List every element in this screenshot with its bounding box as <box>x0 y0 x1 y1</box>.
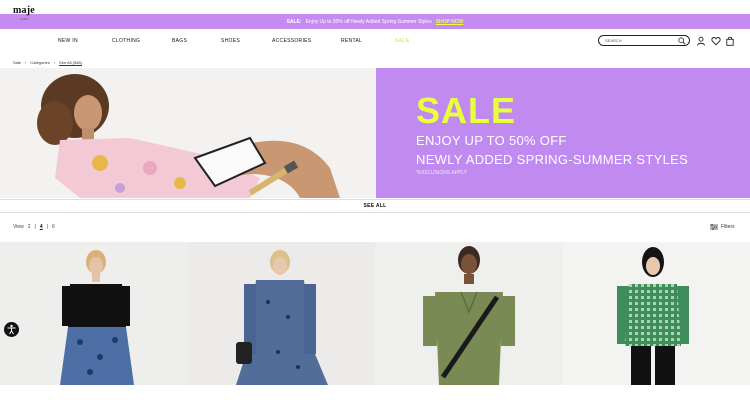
filters-label: Filters <box>721 224 735 230</box>
promo-sale-label: SALE: <box>286 18 302 25</box>
see-all-label: SEE ALL <box>363 203 387 209</box>
promo-bar: SALE: Enjoy Up to 50% off Newly Added Sp… <box>0 14 750 29</box>
brand-logo[interactable]: maje <box>13 5 35 16</box>
hero-model-image <box>0 68 376 198</box>
view-switcher: View 2 | 4 | 6 <box>13 224 55 230</box>
nav-sale[interactable]: SALE <box>395 38 410 44</box>
shop-now-link[interactable]: SHOP NOW <box>436 19 464 25</box>
product-grid <box>0 242 750 385</box>
view-option-6[interactable]: 6 <box>52 224 55 230</box>
nav-new-in[interactable]: NEW IN <box>58 38 78 44</box>
product-card[interactable] <box>187 242 375 385</box>
breadcrumb: Sale › Categories › See All (548) <box>13 60 82 65</box>
nav-shoes[interactable]: SHOES <box>221 38 240 44</box>
product-image <box>616 247 689 385</box>
view-separator: | <box>34 224 36 230</box>
view-label: View <box>13 224 24 230</box>
breadcrumb-separator: › <box>53 60 56 65</box>
hero-promo-panel: SALE ENJOY UP TO 50% OFF NEWLY ADDED SPR… <box>376 68 750 198</box>
hero-line-1: ENJOY UP TO 50% OFF <box>416 133 567 148</box>
search-icon[interactable] <box>678 37 686 45</box>
breadcrumb-current[interactable]: See All (548) <box>59 60 82 65</box>
see-all-button[interactable]: SEE ALL <box>0 199 750 213</box>
search-box[interactable]: SEARCH <box>598 35 690 46</box>
account-icon[interactable] <box>696 36 706 46</box>
filters-sliders-icon <box>710 224 718 230</box>
accessibility-icon <box>7 324 16 335</box>
product-image <box>423 246 515 385</box>
nav-clothing[interactable]: CLOTHING <box>112 38 140 44</box>
nav-bags[interactable]: BAGS <box>172 38 187 44</box>
product-card[interactable] <box>375 242 563 385</box>
product-image <box>60 250 134 385</box>
filters-button[interactable]: Filters <box>710 224 735 230</box>
view-separator: | <box>46 224 48 230</box>
search-input[interactable]: SEARCH <box>605 38 622 43</box>
product-card[interactable] <box>0 242 188 385</box>
hero-sale-title: SALE <box>416 90 517 131</box>
promo-text: Enjoy Up to 50% off Newly Added Spring-S… <box>305 18 432 25</box>
breadcrumb-categories[interactable]: Categories <box>30 60 49 65</box>
nav-rental[interactable]: RENTAL <box>341 38 362 44</box>
hero-line-2: NEWLY ADDED SPRING-SUMMER STYLES <box>416 152 689 167</box>
hero-exclusions-note: *EXCLUSIONS APPLY <box>416 170 468 176</box>
hero-photo <box>0 68 376 198</box>
nav-accessories[interactable]: ACCESSORIES <box>272 38 311 44</box>
view-option-2[interactable]: 2 <box>28 224 31 230</box>
brand-logo-sub: PARIS <box>20 17 29 21</box>
product-image <box>235 250 328 385</box>
breadcrumb-sale[interactable]: Sale <box>13 60 21 65</box>
accessibility-button[interactable] <box>4 322 19 337</box>
wishlist-heart-icon[interactable] <box>711 36 721 46</box>
hero-banner[interactable]: SALE ENJOY UP TO 50% OFF NEWLY ADDED SPR… <box>0 68 750 198</box>
shopping-bag-icon[interactable] <box>725 36 735 46</box>
product-card[interactable] <box>562 242 750 385</box>
view-option-4[interactable]: 4 <box>40 224 43 230</box>
breadcrumb-separator: › <box>25 60 27 65</box>
